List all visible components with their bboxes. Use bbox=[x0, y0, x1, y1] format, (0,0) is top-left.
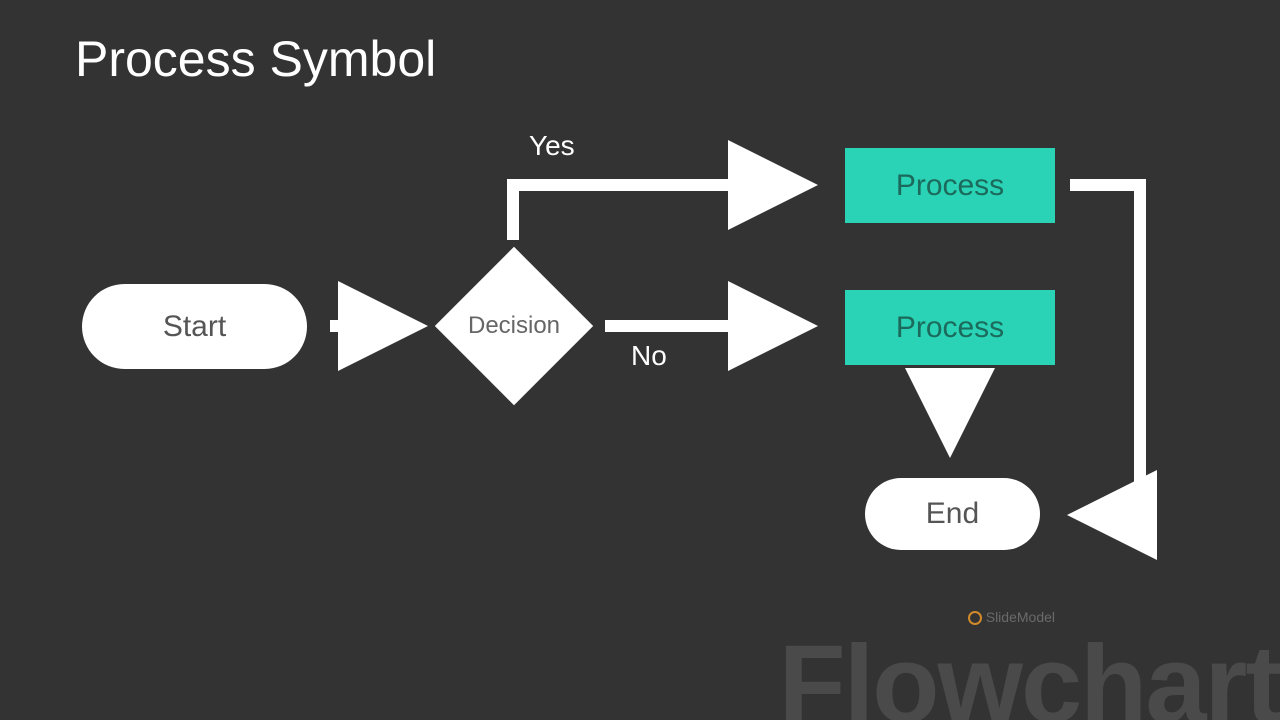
flow-node-start: Start bbox=[82, 284, 307, 369]
flow-node-process-yes-label: Process bbox=[896, 169, 1004, 203]
flow-node-end-label: End bbox=[926, 497, 979, 531]
watermark-brand: SlideModel bbox=[968, 609, 1055, 625]
arrow-process-yes-to-end bbox=[1070, 185, 1140, 515]
flow-node-decision-label: Decision bbox=[468, 312, 560, 340]
flow-node-process-no-label: Process bbox=[896, 311, 1004, 345]
flow-node-start-label: Start bbox=[163, 310, 226, 344]
edge-label-no: No bbox=[631, 340, 667, 372]
watermark-brand-label: SlideModel bbox=[986, 609, 1055, 625]
flow-node-process-no: Process bbox=[845, 290, 1055, 365]
arrow-decision-yes bbox=[513, 185, 800, 240]
flow-node-end: End bbox=[865, 478, 1040, 550]
edge-label-yes: Yes bbox=[529, 130, 575, 162]
flow-node-decision: Decision bbox=[435, 247, 593, 405]
watermark-brand-icon bbox=[968, 611, 982, 625]
slide-canvas: Process Symbol Start Decision Process Pr… bbox=[0, 0, 1280, 720]
flow-node-process-yes: Process bbox=[845, 148, 1055, 223]
page-title: Process Symbol bbox=[75, 30, 436, 88]
watermark-text: Flowchart bbox=[779, 630, 1280, 720]
